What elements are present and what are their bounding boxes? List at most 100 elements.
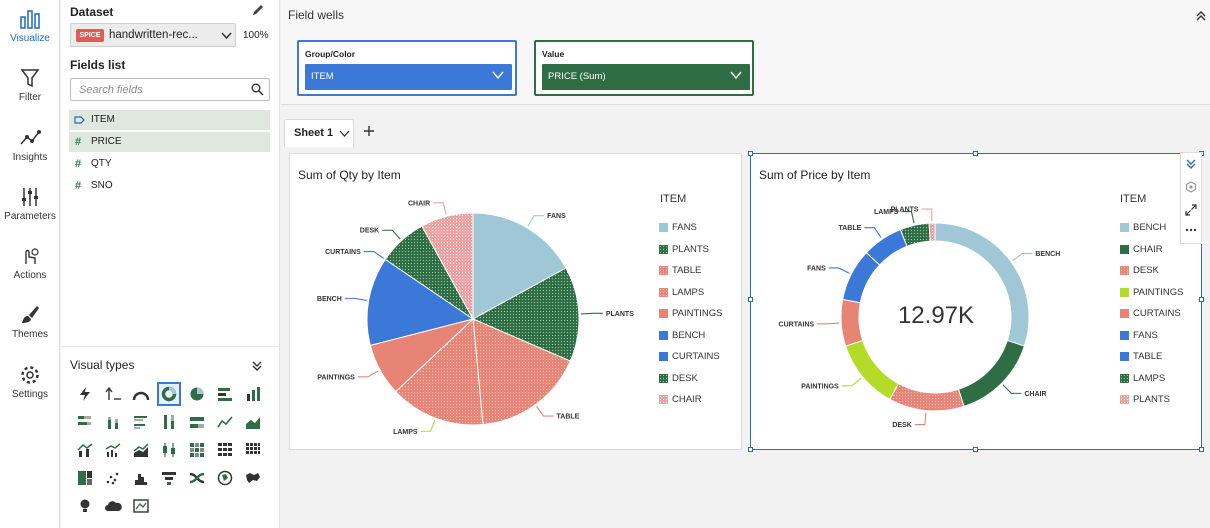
- search-fields-input[interactable]: Search fields: [70, 78, 270, 101]
- box-plot-visual-icon[interactable]: [157, 438, 181, 462]
- leader-line: [433, 202, 447, 215]
- stacked-area-visual-icon[interactable]: [129, 438, 153, 462]
- slice-label: PLANTS: [891, 207, 919, 214]
- group-color-well[interactable]: Group/Color ITEM: [297, 40, 517, 96]
- resize-handle[interactable]: [748, 447, 753, 452]
- visual-qty-by-item[interactable]: Sum of Qty by Item FANS PLANTS TABLE LAMPS P…: [289, 153, 742, 450]
- visual-toolbar: [1180, 152, 1202, 244]
- visualize-icon: [20, 10, 40, 29]
- measure-icon: #: [75, 180, 82, 192]
- vertical-bar-visual-icon[interactable]: [241, 382, 265, 406]
- combo-visual-icon[interactable]: [73, 438, 97, 462]
- gauge-visual-icon[interactable]: [129, 382, 153, 406]
- nav-parameters[interactable]: Parameters: [0, 186, 60, 222]
- sheet-tab-label: Sheet 1: [294, 127, 334, 139]
- legend-label: PAINTINGS: [1133, 286, 1184, 298]
- nav-themes[interactable]: Themes: [0, 304, 60, 340]
- value-well[interactable]: Value PRICE (Sum): [534, 40, 754, 96]
- legend-label: PAINTINGS: [672, 308, 723, 319]
- slice-chair[interactable]: [957, 339, 1026, 408]
- resize-handle[interactable]: [973, 447, 978, 452]
- line-visual-icon[interactable]: [213, 410, 237, 434]
- nav-label: Parameters: [4, 211, 56, 222]
- legend-label: TABLE: [1133, 351, 1163, 362]
- spice-usage: 100%: [243, 30, 269, 41]
- percent-column-visual-icon[interactable]: [157, 410, 181, 434]
- expand-icon[interactable]: [1185, 204, 1197, 216]
- slice-paintings[interactable]: [844, 339, 900, 401]
- percent-bar-visual-icon[interactable]: [185, 410, 209, 434]
- stacked-bar-visual-icon[interactable]: [73, 410, 97, 434]
- leader-line: [580, 312, 603, 315]
- field-price[interactable]: # PRICE: [69, 132, 270, 152]
- tab-sheet-1[interactable]: Sheet 1: [284, 119, 354, 147]
- sankey-visual-icon[interactable]: [185, 466, 209, 490]
- table-visual-icon[interactable]: [213, 438, 237, 462]
- legend-title: ITEM: [660, 193, 687, 205]
- resize-handle[interactable]: [1199, 297, 1204, 302]
- field-qty[interactable]: # QTY: [69, 154, 270, 174]
- filled-map-visual-icon[interactable]: [241, 466, 265, 490]
- actions-icon: [25, 248, 39, 264]
- slice-label: DESK: [892, 422, 911, 429]
- stacked-column-visual-icon[interactable]: [101, 410, 125, 434]
- insights-icon: [20, 130, 41, 145]
- field-item[interactable]: ITEM: [69, 110, 270, 130]
- format-visual-icon[interactable]: [1185, 181, 1197, 193]
- slice-label: FANS: [547, 213, 566, 220]
- insight-visual-icon[interactable]: [73, 494, 97, 518]
- slice-label: FANS: [807, 265, 826, 272]
- leader-line: [841, 377, 862, 387]
- leader-line: [1012, 252, 1033, 262]
- word-cloud-visual-icon[interactable]: [101, 494, 125, 518]
- field-name: QTY: [91, 158, 112, 169]
- combo-line-visual-icon[interactable]: [101, 438, 125, 462]
- funnel-visual-icon[interactable]: [157, 466, 181, 490]
- map-visual-icon[interactable]: [213, 466, 237, 490]
- slice-plants[interactable]: [928, 222, 936, 242]
- field-sno[interactable]: # SNO: [69, 176, 270, 196]
- more-options-icon[interactable]: [1185, 227, 1197, 233]
- dataset-select[interactable]: SPICE handwritten-rec...: [70, 23, 236, 47]
- custom-visual-icon[interactable]: [129, 494, 153, 518]
- pie-visual-icon[interactable]: [185, 382, 209, 406]
- nav-filter[interactable]: Filter: [0, 67, 60, 103]
- visual-price-by-item[interactable]: Sum of Price by Item BENCH CHAIR DESK PAINT…: [750, 153, 1202, 450]
- slice-desk[interactable]: [889, 382, 965, 412]
- nav-actions[interactable]: Actions: [0, 245, 60, 281]
- left-nav: Visualize Filter Insights Parameters Act…: [0, 0, 60, 528]
- slice-label: BENCH: [317, 296, 342, 303]
- histogram-visual-icon[interactable]: [129, 466, 153, 490]
- nav-settings[interactable]: Settings: [0, 364, 60, 400]
- resize-handle[interactable]: [748, 297, 753, 302]
- donut-visual-icon-selected[interactable]: [157, 382, 181, 406]
- legend-label: CURTAINS: [1133, 308, 1181, 319]
- clustered-bar-visual-icon[interactable]: [129, 410, 153, 434]
- pivot-table-visual-icon[interactable]: [241, 438, 265, 462]
- heat-map-visual-icon[interactable]: [185, 438, 209, 462]
- collapse-visual-types-icon[interactable]: [251, 360, 263, 372]
- resize-handle[interactable]: [973, 151, 978, 156]
- area-visual-icon[interactable]: [241, 410, 265, 434]
- legend-label: FANS: [672, 222, 697, 233]
- nav-insights[interactable]: Insights: [0, 127, 60, 163]
- tree-map-visual-icon[interactable]: [73, 466, 97, 490]
- collapse-visual-icon[interactable]: [1185, 158, 1197, 170]
- horizontal-bar-visual-icon[interactable]: [213, 382, 237, 406]
- edit-dataset-icon[interactable]: [251, 3, 265, 17]
- scatter-plot-visual-icon[interactable]: [101, 466, 125, 490]
- collapse-wells-icon[interactable]: [1195, 10, 1207, 22]
- kpi-visual-icon[interactable]: [101, 382, 125, 406]
- leader-line: [914, 412, 927, 426]
- nav-visualize[interactable]: Visualize: [0, 8, 60, 44]
- value-field[interactable]: PRICE (Sum): [542, 64, 750, 90]
- chevron-down-icon[interactable]: [339, 129, 350, 138]
- legend-swatch: [1120, 373, 1129, 383]
- resize-handle[interactable]: [1199, 447, 1204, 452]
- data-panel: Dataset SPICE handwritten-rec... 100% Fi…: [61, 0, 280, 528]
- add-sheet-icon[interactable]: [363, 125, 375, 137]
- slice-curtains[interactable]: [840, 298, 864, 347]
- autograph-visual-icon[interactable]: [73, 382, 97, 406]
- resize-handle[interactable]: [748, 151, 753, 156]
- group-color-field[interactable]: ITEM: [305, 64, 512, 90]
